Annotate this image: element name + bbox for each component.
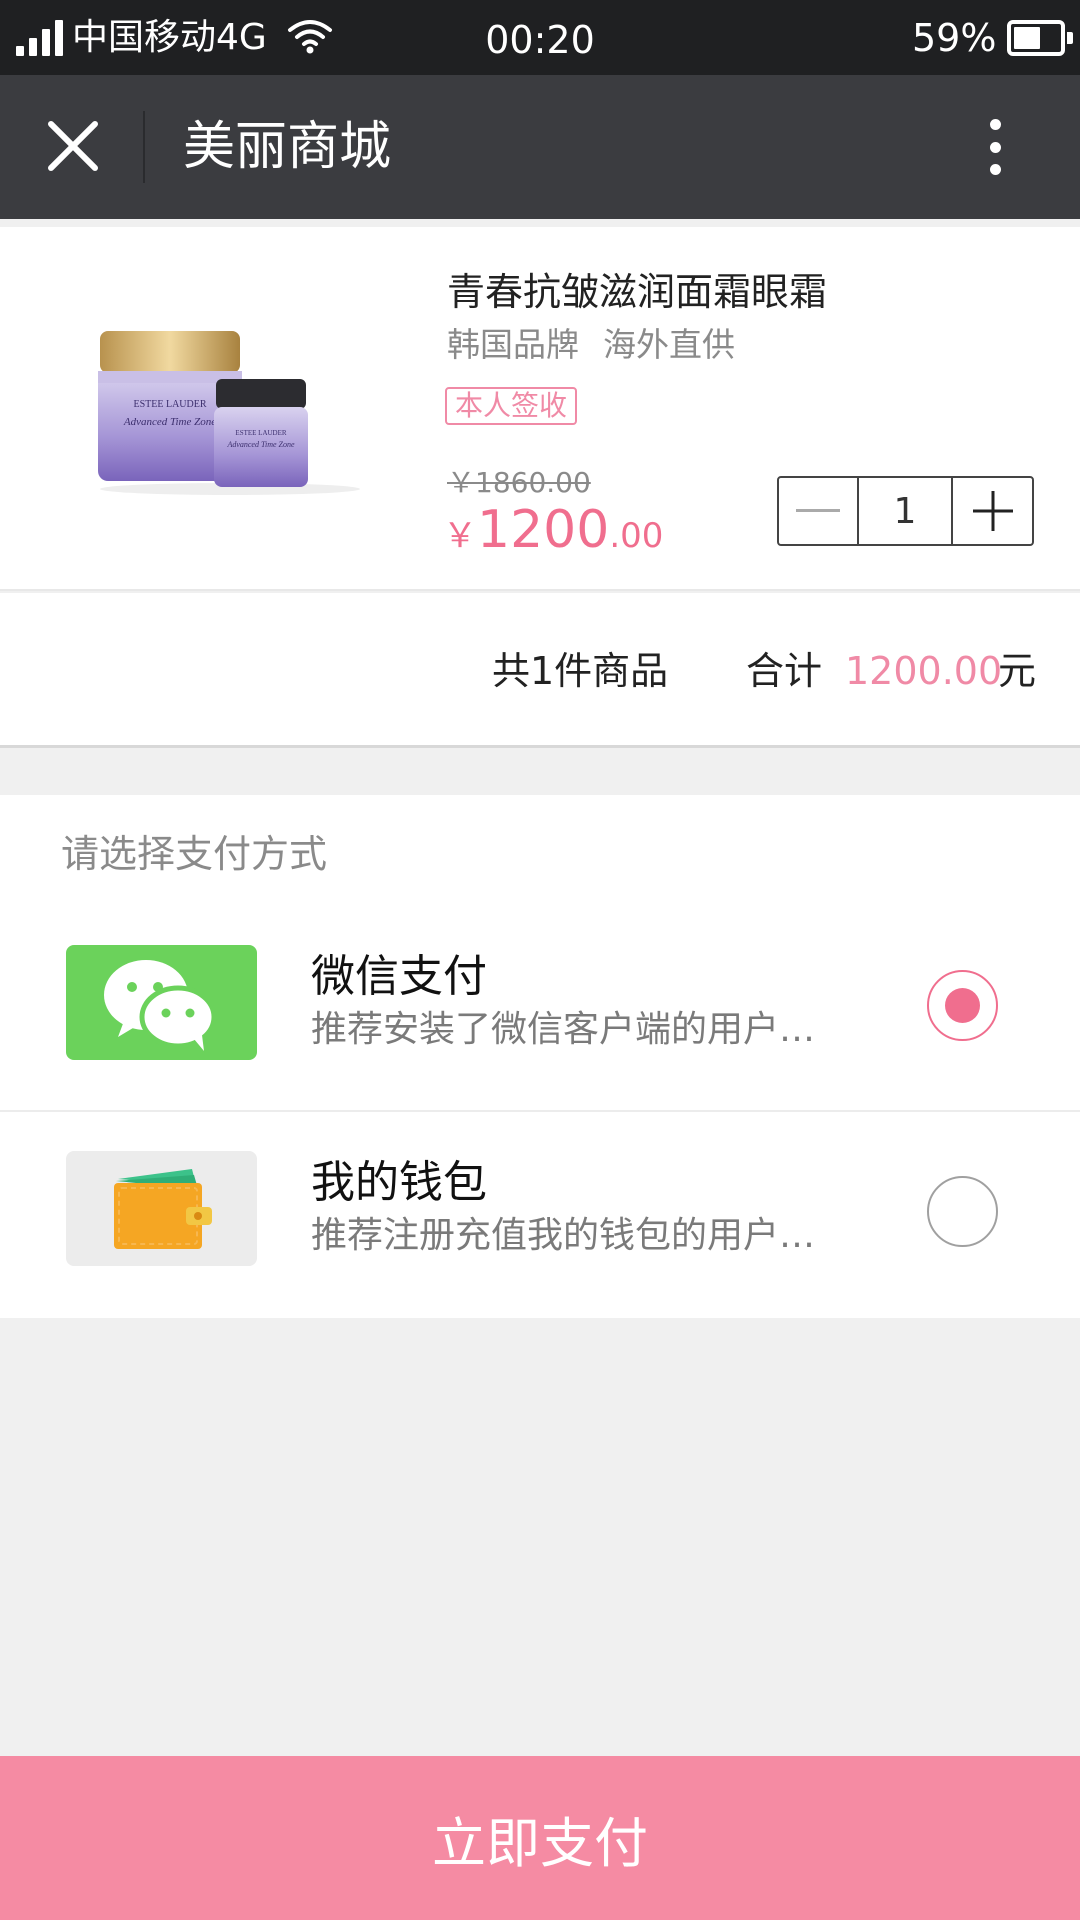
price-integer: 1200	[477, 500, 610, 560]
product-name: 青春抗皱滋润面霜眼霜	[447, 270, 828, 314]
payment-method-section: 请选择支付方式 微信支付 推荐安装了微信客户端的用户… 我的钱包 推荐注册充值我…	[0, 795, 1080, 1318]
svg-text:Advanced Time Zone: Advanced Time Zone	[226, 440, 295, 449]
product-tag: 海外直供	[603, 325, 735, 364]
pay-now-button[interactable]: 立即支付	[0, 1756, 1080, 1920]
svg-text:ESTEE LAUDER: ESTEE LAUDER	[235, 429, 286, 437]
payment-header: 请选择支付方式	[61, 832, 328, 876]
payment-option-desc: 推荐安装了微信客户端的用户…	[311, 1009, 816, 1050]
title-divider	[143, 111, 145, 183]
title-bar: 美丽商城	[0, 75, 1080, 219]
more-vertical-icon[interactable]	[980, 115, 1010, 179]
product-image: ESTEE LAUDER Advanced Time Zone ESTEE LA…	[98, 331, 360, 495]
currency-symbol: ￥	[443, 516, 477, 556]
close-icon[interactable]	[38, 111, 108, 181]
wallet-icon	[66, 1151, 257, 1266]
status-bar: 中国移动4G 00:20 59%	[0, 0, 1080, 75]
product-tag: 韩国品牌	[447, 325, 579, 364]
svg-text:Advanced Time Zone: Advanced Time Zone	[123, 416, 216, 428]
payment-option-wechat[interactable]: 微信支付 推荐安装了微信客户端的用户…	[0, 908, 1080, 1112]
page-title: 美丽商城	[183, 117, 392, 177]
order-summary: 共1件商品 合计 1200.00 元	[0, 593, 1080, 748]
product-card: ESTEE LAUDER Advanced Time Zone ESTEE LA…	[0, 227, 1080, 591]
quantity-stepper: 1	[777, 476, 1034, 546]
total-label: 合计	[746, 649, 823, 693]
quantity-value[interactable]: 1	[859, 478, 953, 544]
price-decimal: .00	[609, 516, 664, 556]
increment-button[interactable]	[953, 478, 1032, 544]
radio-button[interactable]	[927, 1176, 998, 1247]
svg-text:ESTEE LAUDER: ESTEE LAUDER	[133, 399, 206, 410]
product-tags: 韩国品牌 海外直供	[447, 322, 735, 368]
decrement-button[interactable]	[779, 478, 859, 544]
total-amount: 1200.00	[845, 649, 1003, 693]
current-price: ￥1200.00	[443, 495, 663, 577]
payment-option-desc: 推荐注册充值我的钱包的用户…	[311, 1215, 816, 1256]
battery-percent: 59%	[912, 16, 997, 60]
payment-option-wallet[interactable]: 我的钱包 推荐注册充值我的钱包的用户…	[0, 1114, 1080, 1318]
signature-badge: 本人签收	[445, 387, 578, 425]
wechat-icon	[66, 945, 257, 1060]
radio-button[interactable]	[927, 970, 998, 1041]
payment-option-title: 微信支付	[311, 951, 487, 1002]
battery-icon	[1007, 20, 1073, 56]
total-unit: 元	[998, 649, 1037, 693]
item-count: 共1件商品	[492, 649, 669, 693]
payment-option-title: 我的钱包	[311, 1157, 487, 1208]
minus-icon	[796, 509, 840, 512]
plus-icon	[972, 491, 1013, 531]
